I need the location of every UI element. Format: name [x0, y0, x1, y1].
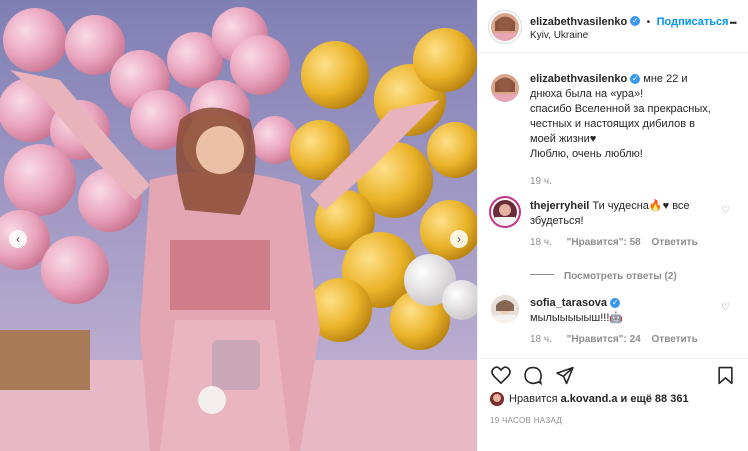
comments-section: elizabethvasilenko ✓ мне 22 и днюха была … [478, 53, 748, 358]
post-side-panel: elizabethvasilenko ✓ • Подписаться Kyiv, … [477, 0, 748, 451]
reply-button[interactable]: Ответить [652, 334, 698, 345]
bookmark-icon[interactable] [717, 366, 734, 385]
comment-item: sofia_tarasova ✓ мылыыыыыш!!!🤖 18 ч. "Нра… [530, 296, 720, 345]
caption-block: elizabethvasilenko ✓ мне 22 и днюха была … [530, 72, 735, 187]
caption-time[interactable]: 19 ч. [530, 176, 735, 187]
comment-icon[interactable] [523, 366, 543, 385]
next-photo-button[interactable]: › [450, 230, 468, 248]
caption-username[interactable]: elizabethvasilenko [530, 73, 627, 85]
heart-icon[interactable] [491, 366, 511, 384]
dot-separator: • [646, 17, 651, 28]
replies-divider [530, 274, 554, 276]
comment-item: thejerryheil Ти чудесна🔥♥ все збудеться!… [530, 199, 720, 248]
comment-text: Ти чудесна🔥♥ все [592, 200, 690, 212]
comment-username[interactable]: sofia_tarasova [530, 297, 607, 309]
post-location[interactable]: Kyiv, Ukraine [530, 30, 588, 41]
comment-time[interactable]: 18 ч. [530, 237, 552, 248]
caption-line: моей жизни♥ [530, 133, 597, 145]
comment-likes[interactable]: "Нравится": 58 [567, 237, 641, 248]
prev-photo-button[interactable]: ‹ [9, 230, 27, 248]
like-comment-heart-icon[interactable]: ♡ [721, 205, 730, 216]
action-bar [478, 358, 748, 389]
post-timestamp[interactable]: 19 ЧАСОВ НАЗАД [490, 416, 562, 425]
author-avatar[interactable] [491, 13, 519, 41]
caption-line: спасибо Вселенной за прекрасных, [530, 103, 711, 115]
follow-button[interactable]: Подписаться [657, 16, 729, 28]
more-options-icon[interactable]: ••• [730, 18, 738, 28]
liker-username[interactable]: a.kovand.a [561, 393, 618, 405]
comment-username[interactable]: thejerryheil [530, 200, 589, 212]
liker-avatar[interactable] [490, 392, 504, 406]
likes-prefix: Нравится [509, 392, 558, 405]
post-photo[interactable]: ‹ › [0, 0, 477, 451]
verified-badge-icon: ✓ [610, 298, 621, 309]
share-icon[interactable] [555, 366, 575, 385]
verified-badge-icon: ✓ [630, 15, 641, 26]
chevron-left-icon: ‹ [16, 232, 20, 246]
chevron-right-icon: › [457, 232, 461, 246]
verified-badge-icon: ✓ [630, 74, 641, 85]
view-replies-button[interactable]: Посмотреть ответы (2) [564, 271, 677, 282]
likes-count[interactable]: и ещё 88 361 [621, 393, 689, 405]
caption-line: днюха была на «ура»! [530, 88, 644, 100]
caption-line: мне 22 и [643, 73, 688, 85]
comment-text: збудеться! [530, 215, 584, 227]
caption-avatar[interactable] [491, 74, 519, 102]
likes-summary: Нравится a.kovand.a и ещё 88 361 [490, 392, 689, 406]
comment-time[interactable]: 18 ч. [530, 334, 552, 345]
like-comment-heart-icon[interactable]: ♡ [721, 302, 730, 313]
caption-line: Люблю, очень люблю! [530, 148, 643, 160]
view-replies-row[interactable]: Посмотреть ответы (2) [530, 266, 677, 284]
commenter-avatar[interactable] [491, 295, 519, 323]
comment-text: мылыыыыыш!!!🤖 [530, 312, 624, 324]
author-username[interactable]: elizabethvasilenko [530, 16, 627, 28]
reply-button[interactable]: Ответить [652, 237, 698, 248]
comment-likes[interactable]: "Нравится": 24 [567, 334, 641, 345]
commenter-avatar[interactable] [491, 198, 519, 226]
caption-line: честных и настоящих дибилов в [530, 118, 695, 130]
post-header: elizabethvasilenko ✓ • Подписаться Kyiv, … [478, 0, 748, 53]
